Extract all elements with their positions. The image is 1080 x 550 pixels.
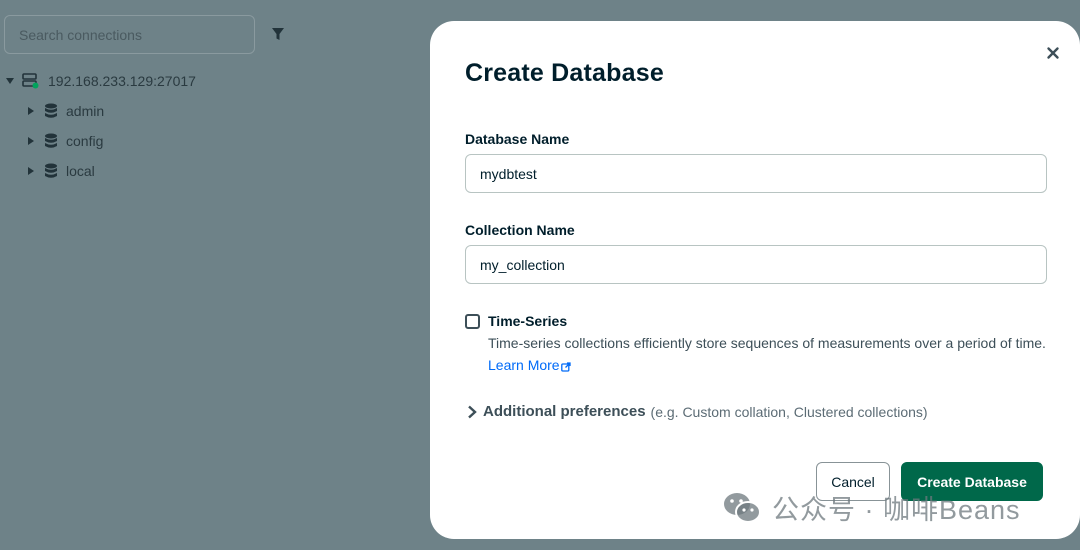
filter-icon[interactable] <box>270 26 286 42</box>
database-name-label: Database Name <box>465 131 570 147</box>
external-link-icon <box>560 356 571 378</box>
search-connections-input[interactable]: Search connections <box>4 15 255 54</box>
search-placeholder: Search connections <box>19 26 142 43</box>
database-icon <box>44 133 58 149</box>
connection-item[interactable]: 192.168.233.129:27017 <box>6 66 196 96</box>
wechat-icon <box>722 491 762 525</box>
additional-preferences-label: Additional preferences <box>483 403 646 420</box>
caret-right-icon[interactable] <box>28 137 34 145</box>
time-series-checkbox[interactable] <box>465 314 480 329</box>
database-item-admin[interactable]: admin <box>6 96 196 126</box>
connection-label: 192.168.233.129:27017 <box>48 73 196 89</box>
database-icon <box>44 103 58 119</box>
database-item-local[interactable]: local <box>6 156 196 186</box>
collection-name-input[interactable] <box>465 245 1047 284</box>
connection-tree: 192.168.233.129:27017 admin config local <box>6 66 196 186</box>
watermark: 公众号 · 咖啡Beans <box>722 488 1021 527</box>
learn-more-link[interactable]: Learn More <box>488 357 571 373</box>
caret-right-icon[interactable] <box>28 107 34 115</box>
database-name-input[interactable] <box>465 154 1047 193</box>
caret-down-icon[interactable] <box>6 78 14 84</box>
database-label: config <box>66 133 104 149</box>
collection-name-label: Collection Name <box>465 222 575 238</box>
caret-right-icon[interactable] <box>28 167 34 175</box>
database-icon <box>44 163 58 179</box>
time-series-label: Time-Series <box>488 313 568 329</box>
time-series-description: Time-series collections efficiently stor… <box>488 332 1048 378</box>
watermark-text: 公众号 · 咖啡Beans <box>772 495 1021 525</box>
server-icon <box>22 73 40 89</box>
additional-preferences-toggle[interactable]: Additional preferences (e.g. Custom coll… <box>467 403 928 420</box>
create-database-modal: Create Database Database Name Collection… <box>430 21 1080 539</box>
modal-title: Create Database <box>465 59 664 87</box>
database-label: admin <box>66 103 105 119</box>
close-icon[interactable] <box>1046 46 1060 60</box>
database-label: local <box>66 163 95 179</box>
sidebar: Search connections 192.168.233.129:27017… <box>0 0 430 550</box>
learn-more-label: Learn More <box>488 357 560 373</box>
additional-preferences-hint: (e.g. Custom collation, Clustered collec… <box>650 403 928 420</box>
chevron-right-icon <box>467 405 477 419</box>
database-item-config[interactable]: config <box>6 126 196 156</box>
time-series-description-text: Time-series collections efficiently stor… <box>488 335 1046 351</box>
